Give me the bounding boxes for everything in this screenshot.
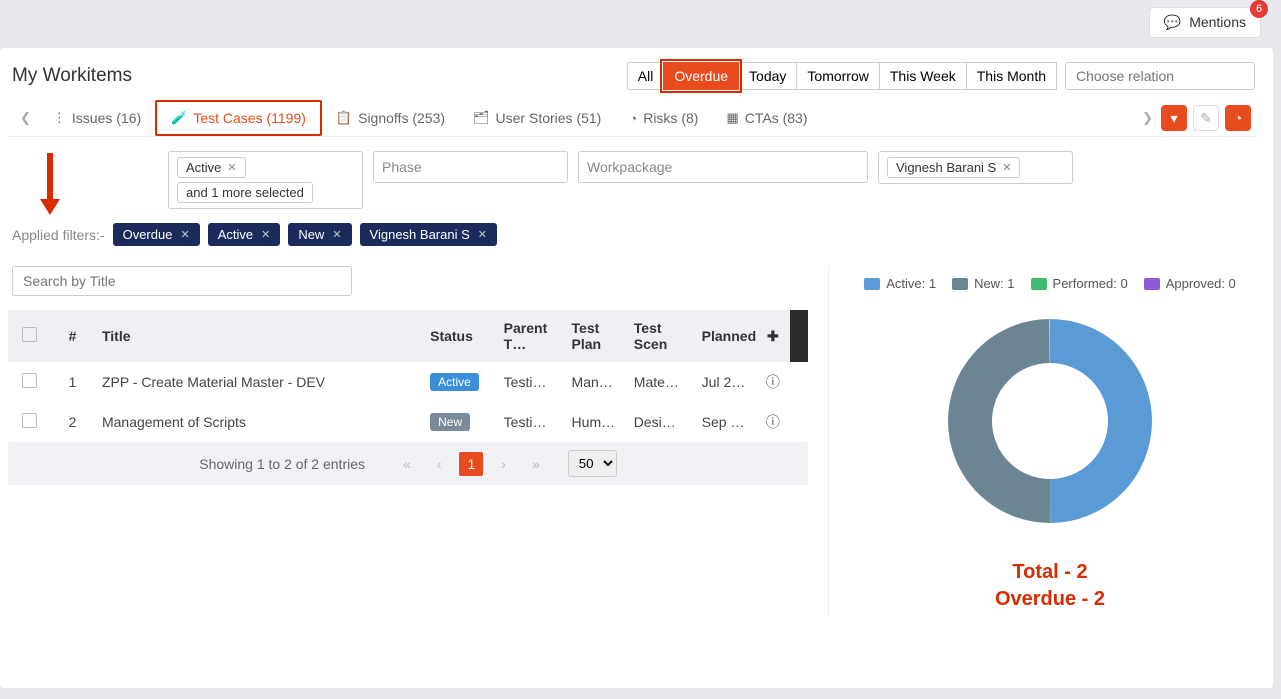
tab-testcases[interactable]: 🧪Test Cases (1199) bbox=[155, 100, 322, 136]
th-scen[interactable]: Test Scen bbox=[626, 310, 694, 362]
chart-toggle-button[interactable]: ◔ bbox=[1225, 105, 1251, 131]
time-filter-group: All Overdue Today Tomorrow This Week Thi… bbox=[628, 62, 1057, 90]
mentions-label: Mentions bbox=[1189, 14, 1246, 30]
tab-issues[interactable]: ⋮Issues (16) bbox=[39, 102, 155, 134]
tab-risks[interactable]: ◔Risks (8) bbox=[615, 102, 712, 134]
donut-chart bbox=[849, 311, 1251, 531]
pager-next[interactable]: › bbox=[493, 452, 514, 476]
pager-info: Showing 1 to 2 of 2 entries bbox=[199, 456, 365, 472]
chip-user[interactable]: Vignesh Barani S✕ bbox=[360, 223, 497, 246]
row-checkbox[interactable] bbox=[22, 373, 37, 388]
user-filter[interactable]: Vignesh Barani S✕ bbox=[878, 151, 1073, 184]
th-status[interactable]: Status bbox=[422, 310, 496, 362]
time-tab-all[interactable]: All bbox=[627, 62, 665, 90]
th-num[interactable]: # bbox=[51, 310, 94, 362]
row-checkbox[interactable] bbox=[22, 413, 37, 428]
pager-prev[interactable]: ‹ bbox=[429, 452, 450, 476]
mentions-count-badge: 6 bbox=[1250, 0, 1268, 18]
th-scroll bbox=[790, 310, 808, 362]
page-title: My Workitems bbox=[12, 65, 132, 87]
status-badge: New bbox=[430, 413, 470, 431]
th-parent[interactable]: Parent T… bbox=[496, 310, 564, 362]
issues-icon: ⋮ bbox=[53, 110, 66, 126]
search-input[interactable] bbox=[12, 266, 352, 296]
funnel-icon: ▾ bbox=[1170, 110, 1177, 127]
time-tab-tomorrow[interactable]: Tomorrow bbox=[796, 62, 879, 90]
status-pill-active[interactable]: Active✕ bbox=[177, 157, 246, 178]
info-icon[interactable]: ⓘ bbox=[766, 374, 780, 390]
pager-current[interactable]: 1 bbox=[459, 452, 483, 476]
tabs-next-icon[interactable]: ❯ bbox=[1134, 104, 1161, 132]
pagination: Showing 1 to 2 of 2 entries « ‹ 1 › » 50 bbox=[8, 442, 808, 485]
risks-icon: ◔ bbox=[629, 111, 637, 126]
close-icon[interactable]: ✕ bbox=[261, 228, 270, 241]
legend-item-approved[interactable]: Approved: 0 bbox=[1144, 276, 1236, 291]
legend-item-new[interactable]: New: 1 bbox=[952, 276, 1014, 291]
info-icon[interactable]: ⓘ bbox=[766, 414, 780, 430]
overdue-line: Overdue - 2 bbox=[849, 588, 1251, 611]
chart-totals: Total - 2 Overdue - 2 bbox=[849, 561, 1251, 611]
pager-last[interactable]: » bbox=[524, 452, 548, 476]
chart-legend: Active: 1 New: 1 Performed: 0 Approved: … bbox=[849, 276, 1251, 291]
time-tab-today[interactable]: Today bbox=[738, 62, 797, 90]
piechart-icon: ◔ bbox=[1234, 110, 1242, 126]
th-title[interactable]: Title bbox=[94, 310, 422, 362]
chip-new[interactable]: New✕ bbox=[288, 223, 351, 246]
workitems-table: # Title Status Parent T… Test Plan Test … bbox=[8, 310, 808, 442]
time-tab-thismonth[interactable]: This Month bbox=[966, 62, 1057, 90]
table-row[interactable]: 2 Management of Scripts New Testi… Hum… … bbox=[8, 402, 808, 442]
th-planned[interactable]: Planned bbox=[694, 310, 756, 362]
plus-icon: ✚ bbox=[767, 328, 779, 344]
th-check bbox=[8, 310, 51, 362]
ctas-icon: ▦ bbox=[726, 110, 738, 126]
user-pill[interactable]: Vignesh Barani S✕ bbox=[887, 157, 1020, 178]
edit-button[interactable]: ✎ bbox=[1193, 105, 1219, 131]
total-line: Total - 2 bbox=[849, 561, 1251, 584]
select-all-checkbox[interactable] bbox=[22, 327, 37, 342]
chip-overdue[interactable]: Overdue✕ bbox=[113, 223, 200, 246]
edit-icon: ✎ bbox=[1200, 110, 1212, 127]
legend-item-active[interactable]: Active: 1 bbox=[864, 276, 936, 291]
legend-item-performed[interactable]: Performed: 0 bbox=[1031, 276, 1128, 291]
status-pill-more[interactable]: and 1 more selected bbox=[177, 182, 313, 203]
tab-ctas[interactable]: ▦CTAs (83) bbox=[712, 102, 821, 134]
relation-input[interactable] bbox=[1065, 62, 1255, 90]
table-row[interactable]: 1 ZPP - Create Material Master - DEV Act… bbox=[8, 362, 808, 402]
close-icon[interactable]: ✕ bbox=[478, 228, 487, 241]
chat-icon: 💬 bbox=[1164, 14, 1181, 31]
mentions-button[interactable]: 💬 Mentions 6 bbox=[1149, 7, 1261, 38]
time-tab-overdue[interactable]: Overdue bbox=[663, 62, 739, 90]
workpackage-filter[interactable]: Workpackage bbox=[578, 151, 868, 183]
close-icon[interactable]: ✕ bbox=[227, 161, 236, 174]
userstories-icon: 🗂 bbox=[473, 110, 490, 126]
tabs-prev-icon[interactable]: ❮ bbox=[12, 104, 39, 132]
applied-filters-label: Applied filters:- bbox=[12, 227, 105, 243]
status-filter[interactable]: Active✕ and 1 more selected bbox=[168, 151, 363, 209]
flask-icon: 🧪 bbox=[171, 110, 187, 126]
close-icon[interactable]: ✕ bbox=[1002, 161, 1011, 174]
status-badge: Active bbox=[430, 373, 479, 391]
close-icon[interactable]: ✕ bbox=[180, 228, 189, 241]
page-size-select[interactable]: 50 bbox=[568, 450, 617, 477]
pager-first[interactable]: « bbox=[395, 452, 419, 476]
tab-signoffs[interactable]: 📋Signoffs (253) bbox=[322, 102, 459, 134]
signoffs-icon: 📋 bbox=[336, 110, 352, 126]
th-plan[interactable]: Test Plan bbox=[564, 310, 626, 362]
chip-active[interactable]: Active✕ bbox=[208, 223, 281, 246]
time-tab-thisweek[interactable]: This Week bbox=[879, 62, 967, 90]
phase-filter[interactable]: Phase bbox=[373, 151, 568, 183]
tab-userstories[interactable]: 🗂User Stories (51) bbox=[459, 102, 615, 134]
filter-toggle-button[interactable]: ▾ bbox=[1161, 105, 1187, 131]
close-icon[interactable]: ✕ bbox=[332, 228, 341, 241]
th-add[interactable]: ✚ bbox=[756, 310, 790, 362]
